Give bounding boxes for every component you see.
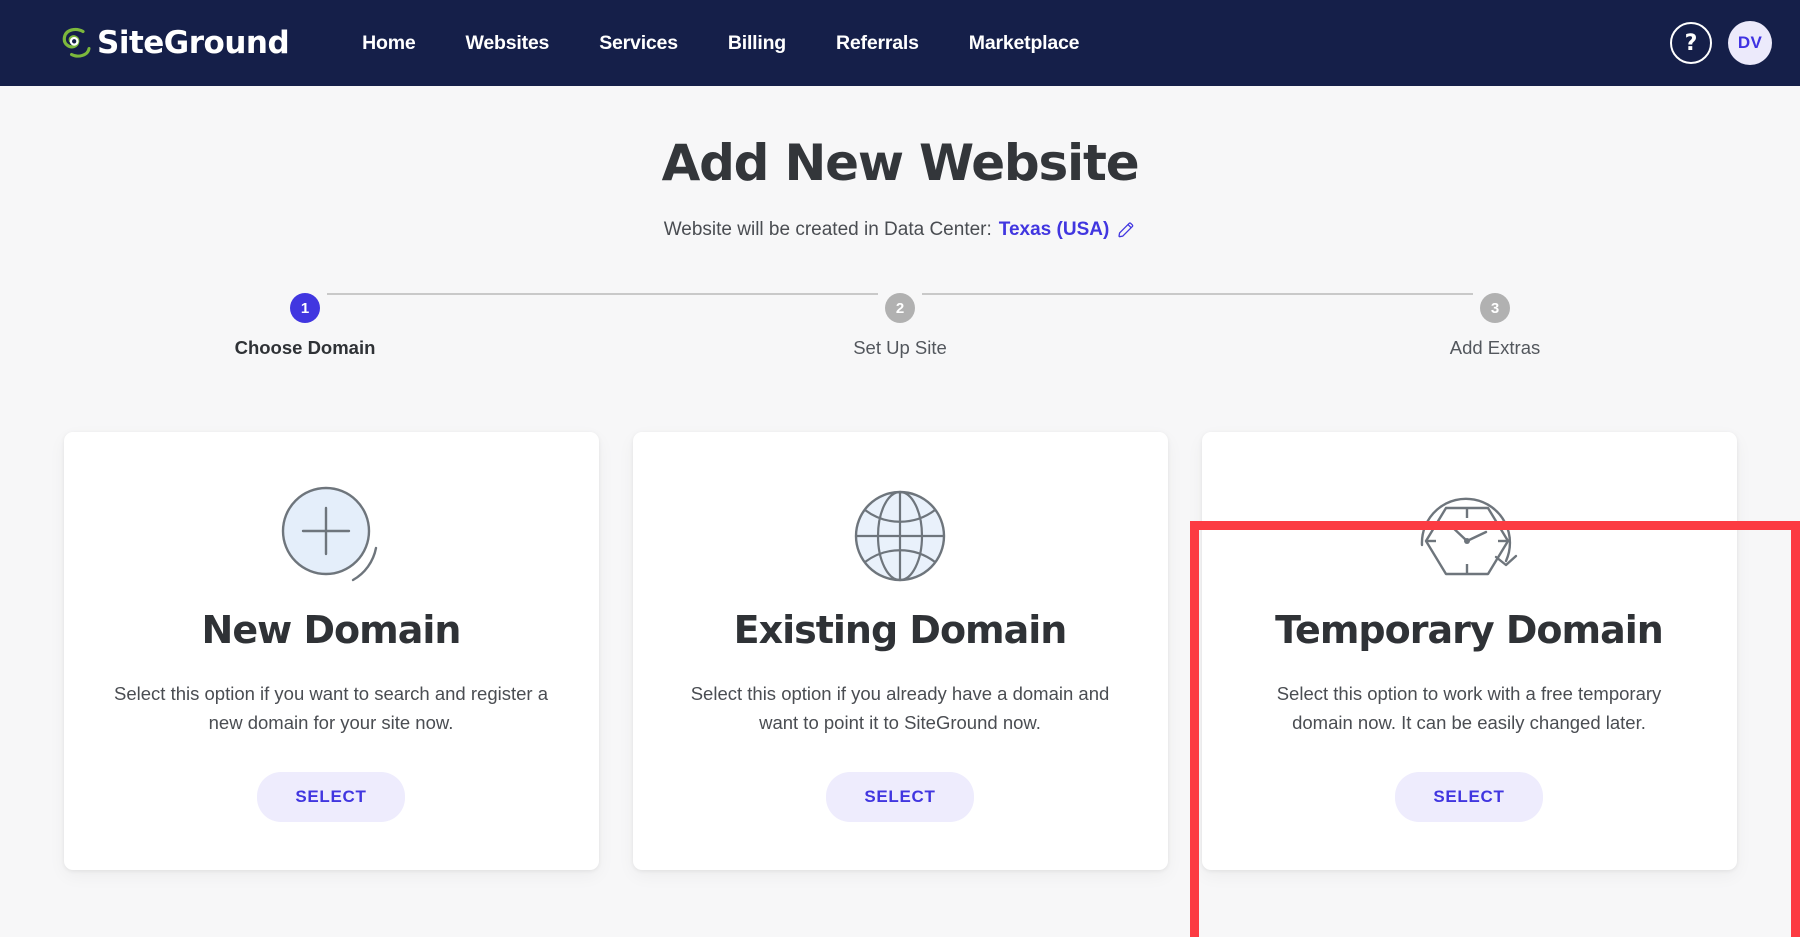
page-content: Add New Website Website will be created …	[0, 86, 1800, 937]
nav-item-services[interactable]: Services	[574, 22, 703, 65]
data-center-label: Website will be created in Data Center:	[663, 219, 992, 240]
step-label-3: Add Extras	[1449, 337, 1541, 358]
step-number-1: 1	[290, 293, 320, 323]
card-temporary-domain[interactable]: Temporary Domain Select this option to w…	[1201, 432, 1737, 870]
card-description: Select this option if you already have a…	[690, 683, 1110, 733]
card-existing-domain[interactable]: Existing Domain Select this option if yo…	[632, 432, 1168, 870]
card-description: Select this option if you want to search…	[114, 683, 548, 733]
data-center-value[interactable]: Texas (USA)	[999, 219, 1110, 241]
plus-circle-icon	[275, 476, 387, 596]
logo-text: SiteGround	[97, 25, 290, 61]
step-connector-2	[922, 293, 1473, 295]
step-label-2: Set Up Site	[853, 337, 947, 358]
card-title: New Domain	[201, 608, 462, 652]
nav-item-home[interactable]: Home	[337, 22, 440, 65]
help-icon[interactable]: ?	[1670, 22, 1712, 64]
nav-item-websites[interactable]: Websites	[441, 22, 575, 65]
nav-item-referrals[interactable]: Referrals	[811, 22, 944, 65]
progress-stepper: 1 Choose Domain 2 Set Up Site 3 Add Extr…	[235, 293, 1540, 359]
header-actions: ? DV	[1670, 21, 1772, 65]
globe-icon	[848, 476, 952, 596]
siteground-swirl-icon	[62, 27, 91, 58]
clock-refresh-icon	[1410, 476, 1528, 596]
domain-option-cards: New Domain Select this option if you wan…	[63, 432, 1737, 870]
step-number-2: 2	[885, 293, 915, 323]
siteground-logo[interactable]: SiteGround	[62, 25, 290, 61]
top-navigation-bar: SiteGround Home Websites Services Billin…	[0, 0, 1800, 86]
card-description: Select this option to work with a free t…	[1276, 683, 1662, 733]
step-label-1: Choose Domain	[234, 337, 376, 358]
page-title: Add New Website	[661, 134, 1140, 192]
select-button-existing-domain[interactable]: SELECT	[826, 772, 974, 823]
card-title: Existing Domain	[733, 608, 1068, 652]
select-button-new-domain[interactable]: SELECT	[257, 772, 405, 823]
card-new-domain[interactable]: New Domain Select this option if you wan…	[63, 432, 599, 870]
avatar[interactable]: DV	[1728, 21, 1772, 65]
nav-item-billing[interactable]: Billing	[703, 22, 811, 65]
step-number-3: 3	[1480, 293, 1510, 323]
step-connector-1	[327, 293, 878, 295]
pencil-icon[interactable]	[1116, 220, 1136, 240]
select-button-temporary-domain[interactable]: SELECT	[1395, 772, 1543, 823]
card-title: Temporary Domain	[1275, 608, 1664, 652]
data-center-line: Website will be created in Data Center: …	[0, 219, 1800, 241]
main-nav: Home Websites Services Billing Referrals…	[337, 22, 1104, 65]
nav-item-marketplace[interactable]: Marketplace	[944, 22, 1105, 65]
